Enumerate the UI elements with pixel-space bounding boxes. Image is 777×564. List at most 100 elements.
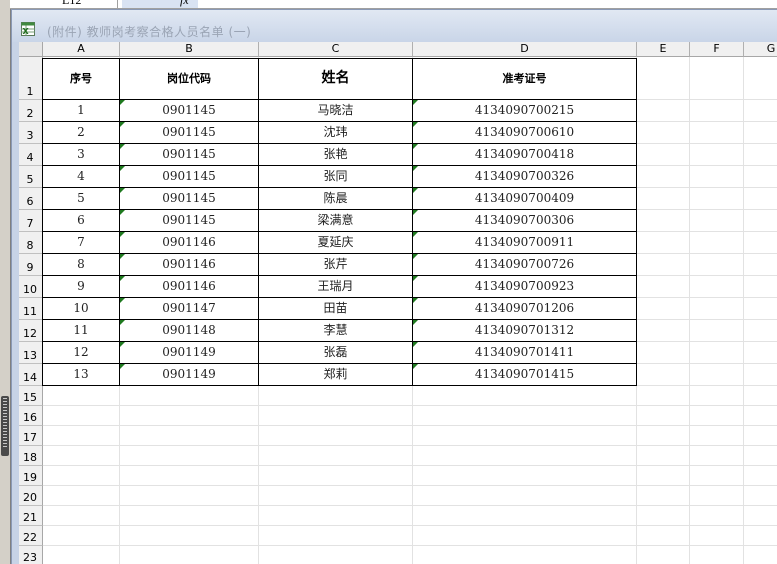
table-cell[interactable]: 10 [43,298,119,319]
table-cell[interactable]: 4134090700610 [413,122,636,143]
row-header-19[interactable]: 19 [19,466,43,486]
table-cell[interactable]: 陈晨 [259,188,412,209]
spreadsheet-grid[interactable]: ABCDEFG 1 2 3 4 5 6 7 8 9 10 11 12 13 14 15 16 17 18 19 20 2… [19,42,777,564]
table-cell[interactable]: 张磊 [259,342,412,363]
table-cell[interactable]: 0901146 [120,232,258,253]
select-all-corner[interactable] [19,42,43,57]
column-header-a[interactable]: A [43,42,120,57]
row-header-15[interactable]: 15 [19,386,43,406]
row-header-7[interactable]: 7 [19,210,43,232]
table-cell[interactable]: 7 [43,232,119,253]
row-number: 20 [23,491,37,504]
table-cell[interactable]: 4134090701415 [413,364,636,385]
row-header-8[interactable]: 8 [19,232,43,254]
table-cell[interactable]: 郑莉 [259,364,412,385]
table-cell[interactable]: 4134090700726 [413,254,636,275]
table-cell[interactable]: 4134090700326 [413,166,636,187]
table-cell[interactable]: 张同 [259,166,412,187]
table-cell[interactable]: 0901146 [120,254,258,275]
table-cell[interactable]: 0901145 [120,122,258,143]
table-cell[interactable]: 张芹 [259,254,412,275]
table-cell[interactable]: 5 [43,188,119,209]
number-as-text-marker [413,254,418,259]
row-header-1[interactable]: 1 [19,57,43,100]
table-cell[interactable]: 梁满意 [259,210,412,231]
row-header-12[interactable]: 12 [19,320,43,342]
row-header-6[interactable]: 6 [19,188,43,210]
table-cell[interactable]: 马晓洁 [259,100,412,121]
table-cell[interactable]: 4134090700911 [413,232,636,253]
row-header-4[interactable]: 4 [19,144,43,166]
table-cell[interactable]: 田苗 [259,298,412,319]
row-header-13[interactable]: 13 [19,342,43,364]
name-box[interactable]: L12 [10,0,118,8]
table-cell[interactable]: 0901145 [120,100,258,121]
table-cell[interactable]: 李慧 [259,320,412,341]
grid-hline [43,405,777,406]
row-header-17[interactable]: 17 [19,426,43,446]
row-header-22[interactable]: 22 [19,526,43,546]
column-header-e[interactable]: E [637,42,690,57]
row-header-11[interactable]: 11 [19,298,43,320]
table-cell[interactable]: 4 [43,166,119,187]
table-cell[interactable]: 4134090700215 [413,100,636,121]
table-cell[interactable]: 12 [43,342,119,363]
column-header-b[interactable]: B [120,42,259,57]
table-cell[interactable]: 0901149 [120,364,258,385]
table-cell[interactable]: 0901145 [120,188,258,209]
table-header-cell[interactable]: 岗位代码 [120,59,258,100]
row-header-10[interactable]: 10 [19,276,43,298]
row-header-20[interactable]: 20 [19,486,43,506]
table-cell[interactable]: 4134090700409 [413,188,636,209]
column-header-c[interactable]: C [259,42,413,57]
grid-hline [43,425,777,426]
table-cell[interactable]: 夏延庆 [259,232,412,253]
row-header-16[interactable]: 16 [19,406,43,426]
table-cell[interactable]: 2 [43,122,119,143]
column-header-g[interactable]: G [744,42,777,57]
table-cell[interactable]: 13 [43,364,119,385]
table-cell[interactable]: 8 [43,254,119,275]
table-cell[interactable]: 4134090701411 [413,342,636,363]
table-cell[interactable]: 0901148 [120,320,258,341]
table-header-cell[interactable]: 准考证号 [413,59,636,100]
table-cell[interactable]: 4134090701206 [413,298,636,319]
row-header-9[interactable]: 9 [19,254,43,276]
row-header-23[interactable]: 23 [19,546,43,564]
table-cell[interactable]: 0901145 [120,144,258,165]
column-header-d[interactable]: D [413,42,637,57]
grid-hline [43,505,777,506]
column-header-f[interactable]: F [690,42,744,57]
row-number: 16 [23,411,37,424]
splitter-grip[interactable] [1,396,9,456]
table-cell[interactable]: 0901145 [120,166,258,187]
table-cell[interactable]: 1 [43,100,119,121]
row-header-14[interactable]: 14 [19,364,43,386]
table-cell[interactable]: 11 [43,320,119,341]
table-cell[interactable]: 王瑞月 [259,276,412,297]
grid-hline [43,485,777,486]
row-header-21[interactable]: 21 [19,506,43,526]
table-cell[interactable]: 3 [43,144,119,165]
row-header-18[interactable]: 18 [19,446,43,466]
table-cell[interactable]: 9 [43,276,119,297]
table-cell[interactable]: 4134090701312 [413,320,636,341]
fx-icon[interactable]: fx [180,0,189,8]
table-cell[interactable]: 6 [43,210,119,231]
table-cell[interactable]: 0901147 [120,298,258,319]
table-cell[interactable]: 0901149 [120,342,258,363]
table-cell[interactable]: 张艳 [259,144,412,165]
table-header-cell[interactable]: 姓名 [259,59,412,100]
number-as-text-marker [120,342,125,347]
table-cell[interactable]: 沈玮 [259,122,412,143]
table-cell[interactable]: 0901146 [120,276,258,297]
row-header-3[interactable]: 3 [19,122,43,144]
table-cell[interactable]: 4134090700418 [413,144,636,165]
row-header-5[interactable]: 5 [19,166,43,188]
table-header-cell[interactable]: 序号 [43,59,119,100]
table-cell[interactable]: 4134090700306 [413,210,636,231]
row-header-2[interactable]: 2 [19,100,43,122]
number-as-text-marker [413,276,418,281]
table-cell[interactable]: 0901145 [120,210,258,231]
table-cell[interactable]: 4134090700923 [413,276,636,297]
